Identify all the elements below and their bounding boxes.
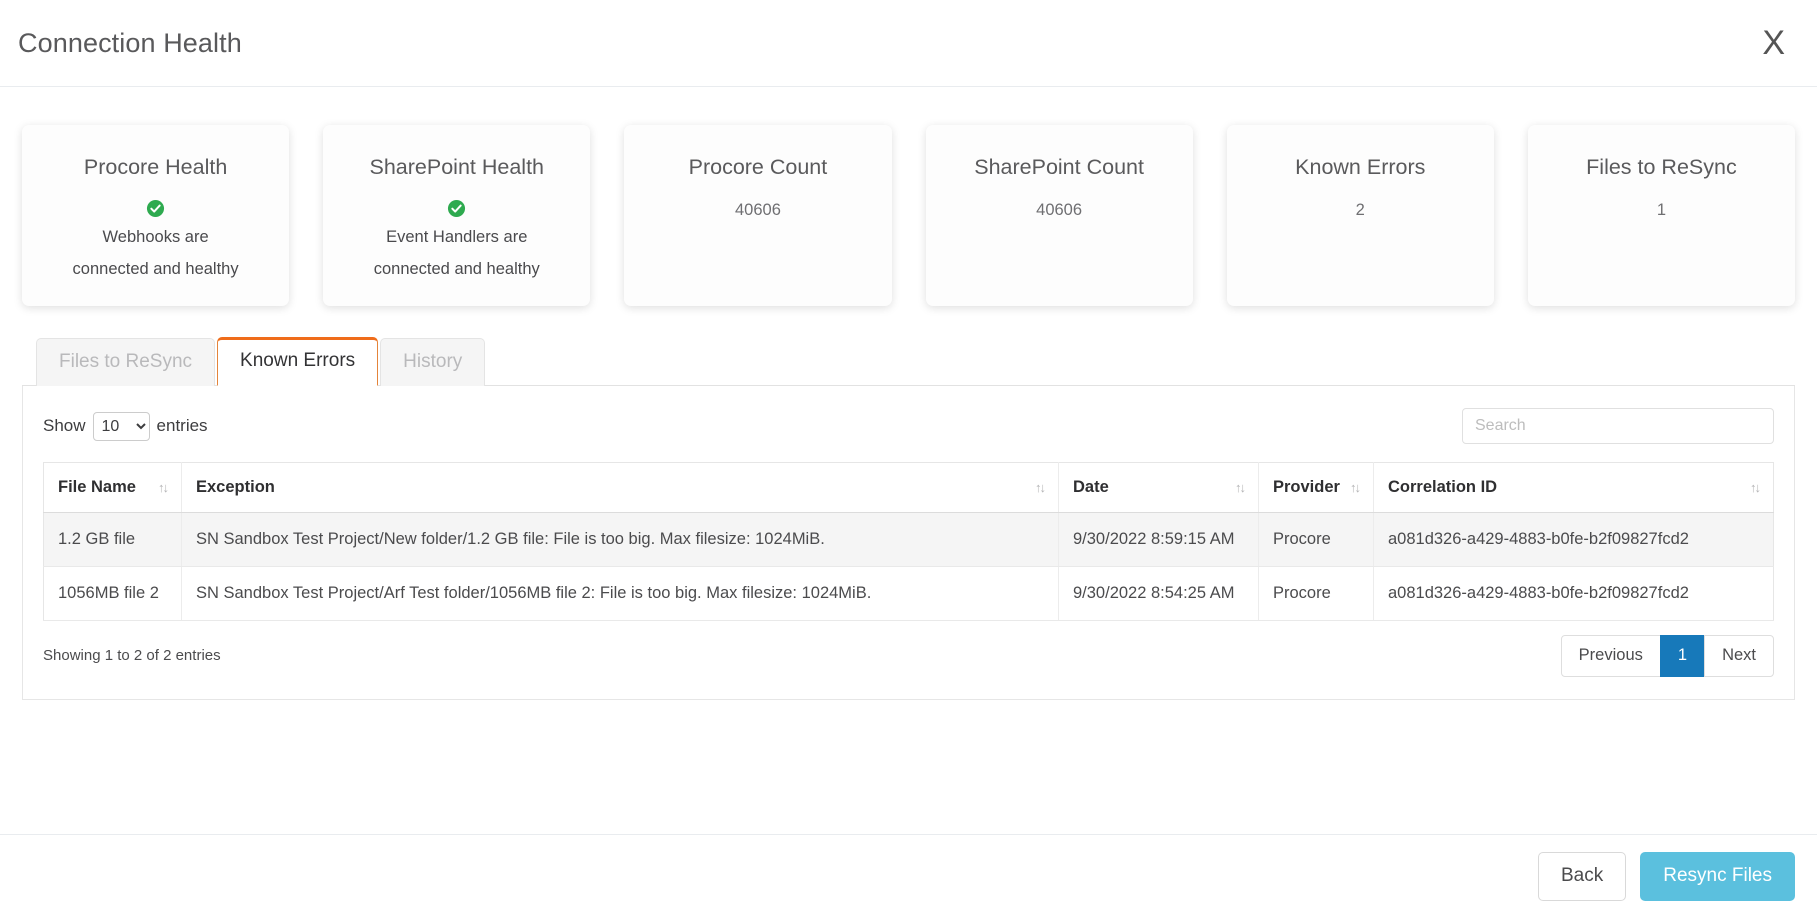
card-value: 40606 — [638, 201, 877, 220]
cell-date: 9/30/2022 8:59:15 AM — [1059, 513, 1259, 567]
sort-updown-icon: ↑↓ — [158, 480, 167, 495]
table-head: File Name ↑↓ Exception ↑↓ — [44, 463, 1774, 513]
cell-correlation-id: a081d326-a429-4883-b0fe-b2f09827fcd2 — [1374, 513, 1774, 567]
tab-history[interactable]: History — [380, 338, 485, 386]
card-title: SharePoint Health — [337, 155, 576, 181]
modal-header: Connection Health X — [0, 0, 1817, 87]
card-title: Known Errors — [1241, 155, 1480, 181]
check-circle-icon — [337, 199, 576, 218]
page-length-select[interactable]: 10 25 50 100 — [93, 412, 150, 441]
connection-health-modal: Connection Health X Procore Health Webho… — [0, 0, 1817, 918]
cell-exception: SN Sandbox Test Project/New folder/1.2 G… — [182, 513, 1059, 567]
search-input[interactable] — [1462, 408, 1774, 444]
card-sharepoint-count: SharePoint Count 40606 — [926, 125, 1193, 306]
card-procore-health: Procore Health Webhooks are connected an… — [22, 125, 289, 306]
pagination-next-button[interactable]: Next — [1704, 635, 1774, 677]
card-files-to-resync: Files to ReSync 1 — [1528, 125, 1795, 306]
card-value: 2 — [1241, 201, 1480, 220]
card-value: 40606 — [940, 201, 1179, 220]
known-errors-panel: Show 10 25 50 100 entries — [22, 386, 1795, 700]
column-header-provider[interactable]: Provider ↑↓ — [1259, 463, 1374, 513]
card-title: Files to ReSync — [1542, 155, 1781, 181]
page-length-control: Show 10 25 50 100 entries — [43, 412, 208, 441]
column-label: Correlation ID — [1388, 478, 1497, 497]
modal-body: Procore Health Webhooks are connected an… — [0, 87, 1817, 834]
cell-file-name: 1.2 GB file — [44, 513, 182, 567]
card-status-line-2: connected and healthy — [36, 256, 275, 282]
tab-bar: Files to ReSync Known Errors History — [22, 336, 1795, 386]
sort-updown-icon: ↑↓ — [1350, 480, 1359, 495]
card-status-line-1: Webhooks are — [36, 224, 275, 250]
card-status-line-2: connected and healthy — [337, 256, 576, 282]
modal-footer: Back Resync Files — [0, 834, 1817, 918]
pagination-previous-button[interactable]: Previous — [1561, 635, 1661, 677]
card-status-line-1: Event Handlers are — [337, 224, 576, 250]
health-cards-row: Procore Health Webhooks are connected an… — [22, 87, 1795, 320]
table-header-row: File Name ↑↓ Exception ↑↓ — [44, 463, 1774, 513]
check-circle-icon — [36, 199, 275, 218]
column-label: Exception — [196, 478, 275, 497]
table-info: Showing 1 to 2 of 2 entries — [43, 647, 221, 664]
entries-label: entries — [157, 416, 208, 436]
card-sharepoint-health: SharePoint Health Event Handlers are con… — [323, 125, 590, 306]
card-title: Procore Health — [36, 155, 275, 181]
column-header-date[interactable]: Date ↑↓ — [1059, 463, 1259, 513]
pagination: Previous 1 Next — [1561, 635, 1774, 677]
card-known-errors: Known Errors 2 — [1227, 125, 1494, 306]
card-value: 1 — [1542, 201, 1781, 220]
tab-known-errors[interactable]: Known Errors — [217, 337, 378, 386]
card-procore-count: Procore Count 40606 — [624, 125, 891, 306]
resync-files-button[interactable]: Resync Files — [1640, 852, 1795, 901]
table-body: 1.2 GB file SN Sandbox Test Project/New … — [44, 513, 1774, 621]
cell-date: 9/30/2022 8:54:25 AM — [1059, 567, 1259, 621]
cell-provider: Procore — [1259, 567, 1374, 621]
card-title: SharePoint Count — [940, 155, 1179, 181]
cell-correlation-id: a081d326-a429-4883-b0fe-b2f09827fcd2 — [1374, 567, 1774, 621]
table-row[interactable]: 1.2 GB file SN Sandbox Test Project/New … — [44, 513, 1774, 567]
cell-file-name: 1056MB file 2 — [44, 567, 182, 621]
column-header-file-name[interactable]: File Name ↑↓ — [44, 463, 182, 513]
cell-exception: SN Sandbox Test Project/Arf Test folder/… — [182, 567, 1059, 621]
close-icon[interactable]: X — [1756, 24, 1791, 62]
sort-updown-icon: ↑↓ — [1235, 480, 1244, 495]
sort-updown-icon: ↑↓ — [1750, 480, 1759, 495]
column-label: Provider — [1273, 478, 1340, 497]
known-errors-table: File Name ↑↓ Exception ↑↓ — [43, 462, 1774, 621]
sort-updown-icon: ↑↓ — [1035, 480, 1044, 495]
column-header-exception[interactable]: Exception ↑↓ — [182, 463, 1059, 513]
tab-files-to-resync[interactable]: Files to ReSync — [36, 338, 215, 386]
table-controls: Show 10 25 50 100 entries — [43, 408, 1774, 444]
back-button[interactable]: Back — [1538, 852, 1626, 901]
cell-provider: Procore — [1259, 513, 1374, 567]
table-row[interactable]: 1056MB file 2 SN Sandbox Test Project/Ar… — [44, 567, 1774, 621]
card-title: Procore Count — [638, 155, 877, 181]
page-title: Connection Health — [18, 28, 242, 59]
column-label: Date — [1073, 478, 1109, 497]
pagination-page-1-button[interactable]: 1 — [1660, 635, 1705, 677]
show-label: Show — [43, 416, 86, 436]
table-footer: Showing 1 to 2 of 2 entries Previous 1 N… — [43, 635, 1774, 677]
column-header-correlation-id[interactable]: Correlation ID ↑↓ — [1374, 463, 1774, 513]
column-label: File Name — [58, 478, 136, 497]
